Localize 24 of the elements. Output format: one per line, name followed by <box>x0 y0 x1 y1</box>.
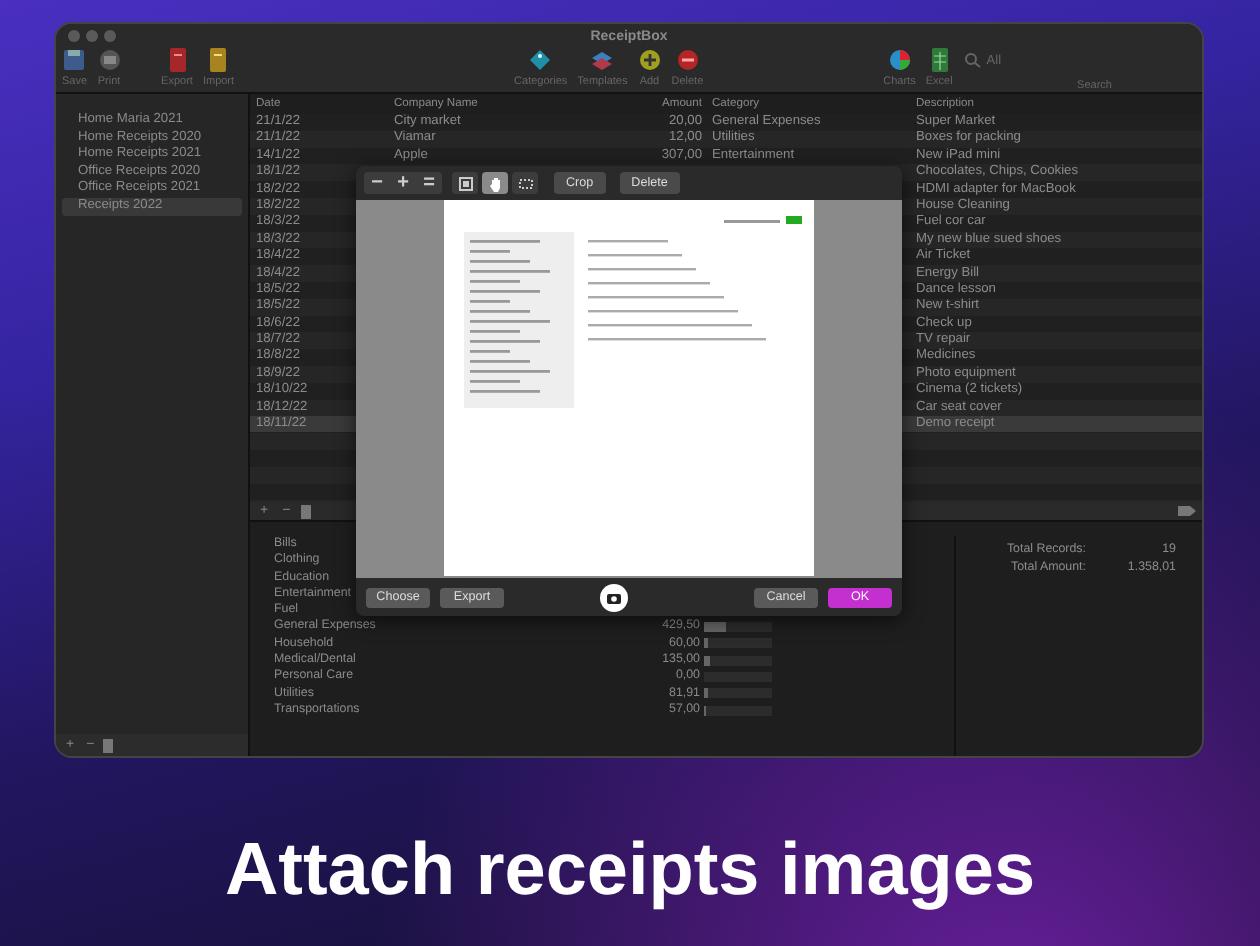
document-icon[interactable] <box>300 503 313 519</box>
caption: Attach receipts images <box>224 828 1036 912</box>
document-icon <box>206 48 231 72</box>
view-tool-button[interactable] <box>452 172 478 194</box>
select-icon <box>517 175 533 191</box>
zoom-button[interactable]: = <box>416 172 442 194</box>
fit-image-icon <box>457 175 473 191</box>
pie-chart-icon <box>887 48 912 72</box>
view-tool-button[interactable] <box>482 172 508 194</box>
zoom-button[interactable]: + <box>390 172 416 194</box>
tags-icon <box>528 48 553 72</box>
zoom-button[interactable]: − <box>364 172 390 194</box>
printer-icon <box>97 48 122 72</box>
templates-icon <box>590 48 615 72</box>
save-icon <box>62 48 87 72</box>
delete-icon <box>675 48 700 72</box>
view-tool-button[interactable] <box>512 172 538 194</box>
hand-icon <box>487 175 503 191</box>
document-icon[interactable] <box>102 737 115 753</box>
filter-icon <box>964 52 983 68</box>
spreadsheet-icon <box>927 48 952 72</box>
camera-icon[interactable] <box>599 583 627 611</box>
document-icon <box>165 48 189 72</box>
add-icon <box>637 48 662 72</box>
